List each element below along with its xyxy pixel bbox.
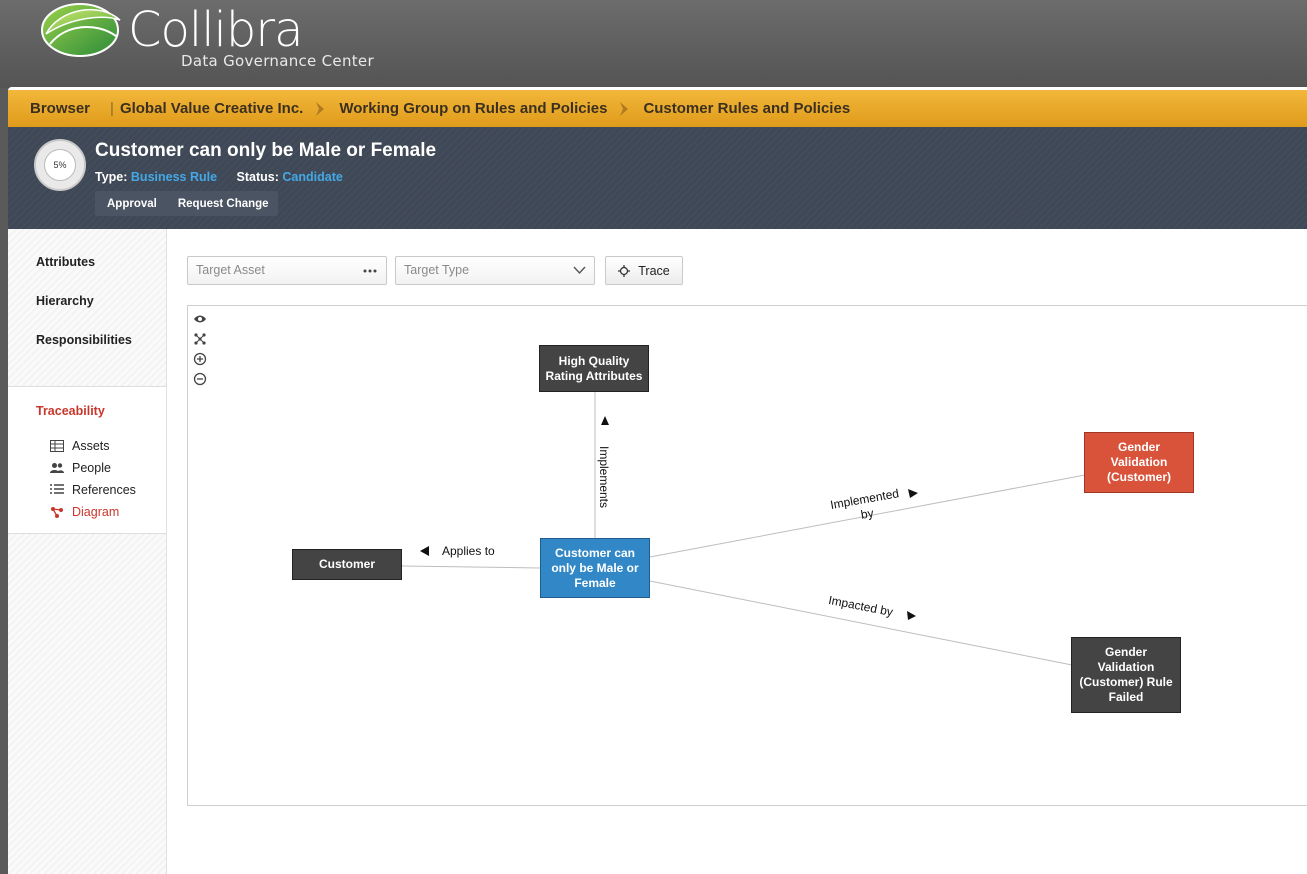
collibra-logo-icon bbox=[41, 3, 121, 57]
sidebar-item-people[interactable]: People bbox=[50, 461, 111, 475]
breadcrumb-divider: | bbox=[110, 100, 114, 117]
top-bar: Collibra Data Governance Center bbox=[0, 0, 1307, 88]
sidebar-item-diagram[interactable]: Diagram bbox=[50, 505, 119, 519]
chevron-right-icon bbox=[620, 101, 629, 116]
chevron-down-icon bbox=[573, 266, 586, 275]
completeness-indicator: 5% bbox=[34, 139, 86, 191]
sidebar-item-hierarchy[interactable]: Hierarchy bbox=[36, 294, 94, 308]
sidebar-sections: Attributes Hierarchy Responsibilities bbox=[8, 229, 166, 387]
type-value[interactable]: Business Rule bbox=[131, 170, 217, 184]
layout-icon[interactable] bbox=[193, 332, 207, 346]
sidebar-item-label: Diagram bbox=[72, 505, 120, 519]
request-change-button[interactable]: Request Change bbox=[166, 198, 278, 210]
diagram-icon bbox=[51, 507, 63, 518]
sidebar-item-label: People bbox=[72, 461, 111, 475]
edge-label-applies-to: Applies to bbox=[442, 544, 495, 558]
approval-button[interactable]: Approval bbox=[95, 198, 166, 210]
breadcrumb-item-community[interactable]: Global Value Creative Inc. bbox=[120, 100, 303, 117]
asset-meta: Type: Business Rule Status: Candidate bbox=[95, 170, 359, 184]
brand-name: Collibra bbox=[128, 2, 304, 58]
arrow-right-icon bbox=[908, 489, 918, 498]
type-label: Type: bbox=[95, 170, 128, 184]
app-window: Browser | Global Value Creative Inc. Wor… bbox=[8, 87, 1307, 874]
sidebar-item-attributes[interactable]: Attributes bbox=[36, 255, 95, 269]
breadcrumb-root[interactable]: Browser bbox=[30, 100, 90, 117]
traceability-diagram[interactable]: High Quality Rating Attributes Customer … bbox=[187, 305, 1307, 806]
chevron-right-icon bbox=[316, 101, 325, 116]
breadcrumb: Browser | Global Value Creative Inc. Wor… bbox=[8, 87, 1307, 127]
edge-applies-to bbox=[401, 565, 541, 569]
crosshair-icon bbox=[618, 264, 631, 277]
sidebar-item-traceability[interactable]: Traceability bbox=[36, 404, 105, 418]
target-asset-placeholder: Target Asset bbox=[196, 263, 265, 277]
zoom-in-icon[interactable] bbox=[193, 352, 207, 366]
status-value[interactable]: Candidate bbox=[282, 170, 342, 184]
zoom-out-icon[interactable] bbox=[193, 372, 207, 386]
node-high-quality-rating-attributes[interactable]: High Quality Rating Attributes bbox=[539, 345, 649, 392]
node-customer-can-only-be-male-or-female[interactable]: Customer can only be Male or Female bbox=[540, 538, 650, 598]
trace-button[interactable]: Trace bbox=[605, 256, 683, 285]
sidebar-traceability: Traceability Assets People References Di… bbox=[8, 388, 166, 532]
sidebar-item-assets[interactable]: Assets bbox=[50, 439, 110, 453]
more-icon[interactable] bbox=[363, 269, 377, 273]
sidebar-item-label: References bbox=[72, 483, 136, 497]
node-gender-validation-customer[interactable]: Gender Validation (Customer) bbox=[1084, 432, 1194, 493]
sidebar-filler bbox=[8, 533, 166, 874]
sidebar: Attributes Hierarchy Responsibilities Tr… bbox=[8, 229, 167, 874]
node-customer[interactable]: Customer bbox=[292, 549, 402, 580]
breadcrumb-item-group[interactable]: Working Group on Rules and Policies bbox=[339, 100, 607, 117]
table-icon bbox=[50, 440, 64, 452]
node-gender-validation-rule-failed[interactable]: Gender Validation (Customer) Rule Failed bbox=[1071, 637, 1181, 713]
breadcrumb-item-domain[interactable]: Customer Rules and Policies bbox=[643, 100, 850, 117]
completeness-value: 5% bbox=[44, 149, 76, 181]
asset-header: 5% Customer can only be Male or Female T… bbox=[8, 127, 1307, 229]
action-bar: Approval Request Change bbox=[95, 191, 278, 216]
target-type-select[interactable]: Target Type bbox=[395, 256, 595, 285]
edge-impacted-by bbox=[649, 580, 1073, 666]
arrow-left-icon bbox=[420, 546, 429, 556]
people-icon bbox=[50, 463, 64, 473]
sidebar-item-responsibilities[interactable]: Responsibilities bbox=[36, 333, 132, 347]
edge-label-implements: Implements bbox=[597, 445, 612, 509]
arrow-up-icon bbox=[601, 416, 609, 425]
page-title: Customer can only be Male or Female bbox=[95, 140, 437, 161]
brand-subtitle: Data Governance Center bbox=[181, 52, 374, 70]
target-asset-field[interactable]: Target Asset bbox=[187, 256, 387, 285]
target-type-placeholder: Target Type bbox=[404, 263, 470, 277]
status-label: Status: bbox=[236, 170, 279, 184]
sidebar-item-references[interactable]: References bbox=[50, 483, 136, 497]
list-icon bbox=[50, 484, 64, 494]
trace-button-label: Trace bbox=[638, 263, 670, 278]
eye-icon[interactable] bbox=[193, 312, 207, 326]
arrow-right-icon bbox=[907, 611, 916, 620]
sidebar-item-label: Assets bbox=[72, 439, 110, 453]
